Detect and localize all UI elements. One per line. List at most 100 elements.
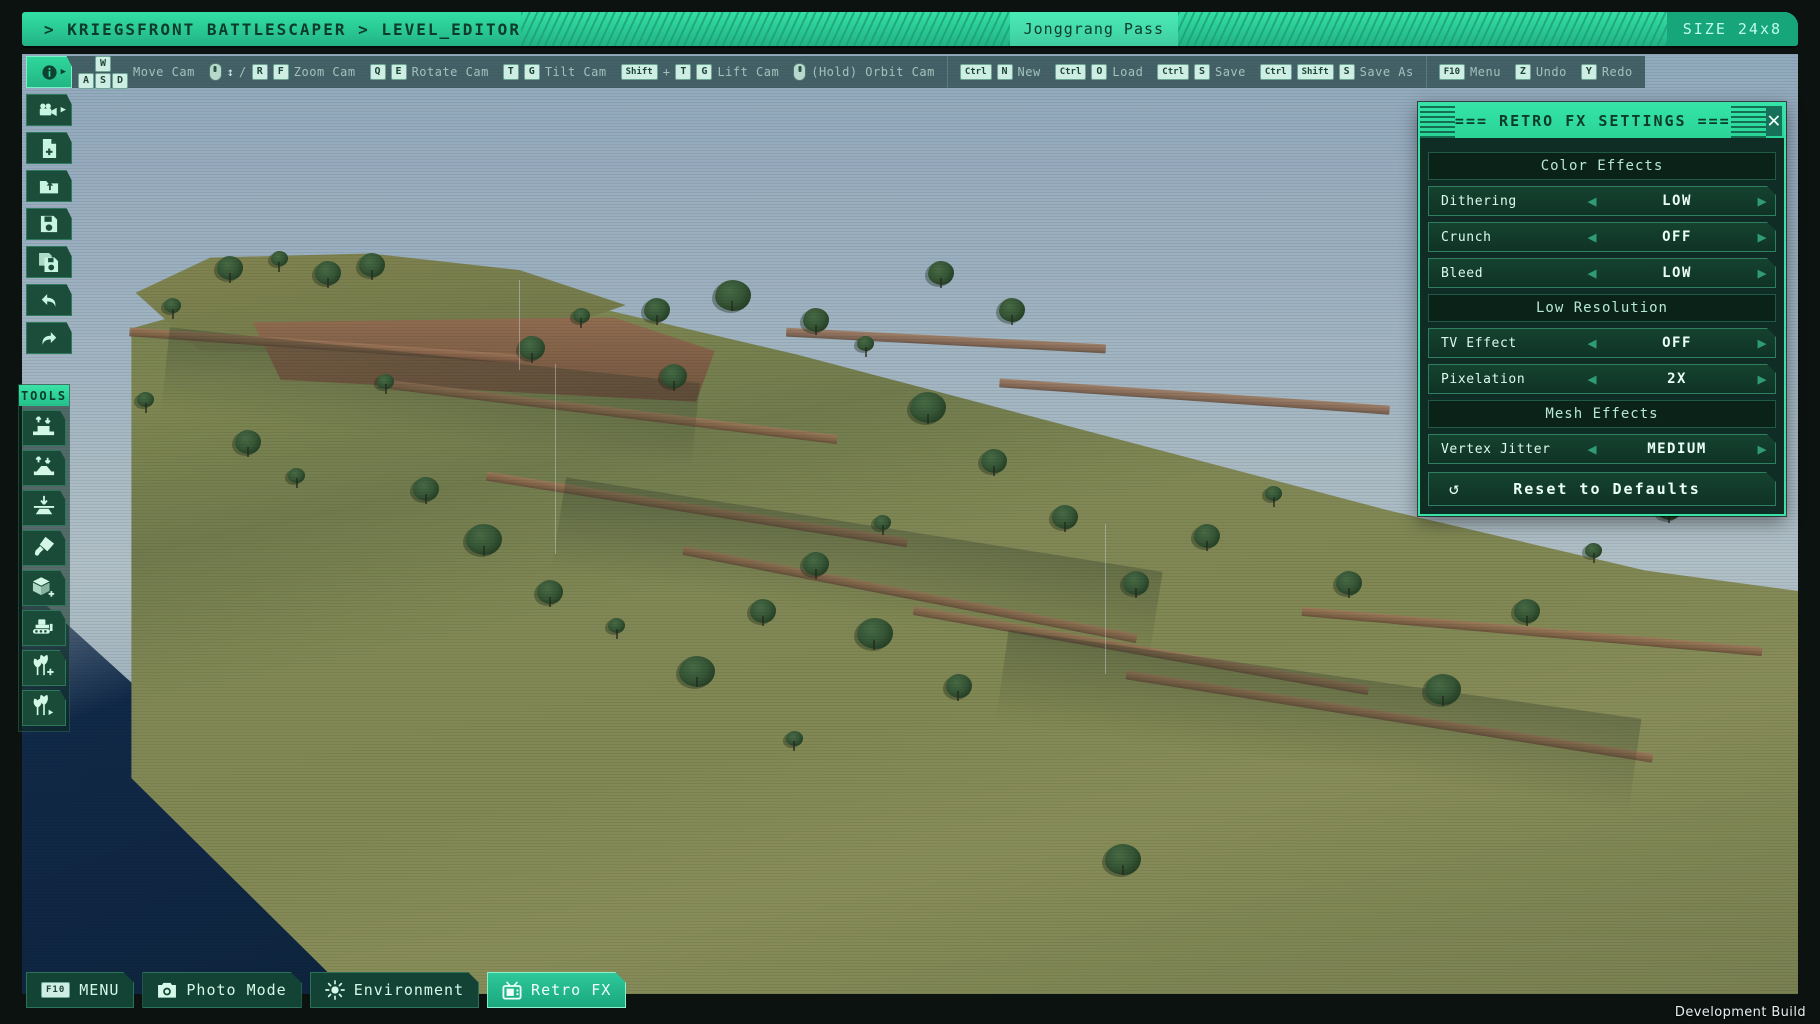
- environment-button[interactable]: Environment: [310, 972, 479, 1008]
- hint-load: Ctrl O Load: [1055, 64, 1144, 80]
- tool-flatten-terrain[interactable]: [22, 490, 66, 526]
- tool-bulldozer[interactable]: [22, 610, 66, 646]
- tree-prop: [608, 618, 625, 633]
- rail-button-save[interactable]: [26, 208, 72, 240]
- tool-foliage-brush[interactable]: [22, 690, 66, 726]
- hint-group-camera: W A S D Move Cam ↕ / R F Zoom Cam Q: [66, 56, 948, 88]
- tree-prop: [1052, 505, 1078, 529]
- rail-button-info[interactable]: ▶: [26, 56, 72, 88]
- tree-prop: [288, 468, 305, 483]
- rail-button-undo[interactable]: [26, 284, 72, 316]
- rail-button-open-folder[interactable]: [26, 170, 72, 202]
- setting-row-dithering[interactable]: Dithering ◀ LOW ▶: [1428, 186, 1776, 216]
- decrement-arrow-icon[interactable]: ◀: [1579, 192, 1605, 210]
- hint-label: Rotate Cam: [412, 65, 489, 79]
- key-r: R: [252, 64, 268, 80]
- tool-paint-texture[interactable]: [22, 530, 66, 566]
- key-o: O: [1091, 64, 1107, 80]
- hint-label: Save As: [1360, 65, 1414, 79]
- marker-pole: [555, 364, 556, 554]
- hint-label: Tilt Cam: [545, 65, 607, 79]
- tool-slope-terrain[interactable]: [22, 450, 66, 486]
- setting-value: MEDIUM: [1605, 441, 1749, 457]
- decrement-arrow-icon[interactable]: ◀: [1579, 440, 1605, 458]
- key-f10: F10: [1439, 64, 1465, 80]
- key-s: S: [1194, 64, 1210, 80]
- tree-prop: [519, 336, 545, 360]
- hint-label: Redo: [1602, 65, 1633, 79]
- increment-arrow-icon[interactable]: ▶: [1749, 370, 1775, 388]
- tree-prop: [750, 599, 776, 623]
- tools-panel-title: TOOLS: [19, 385, 69, 406]
- slash-separator: /: [239, 65, 247, 79]
- key-ctrl: Ctrl: [960, 64, 992, 80]
- key-d: D: [112, 73, 128, 89]
- increment-arrow-icon[interactable]: ▶: [1749, 228, 1775, 246]
- sun-icon: [325, 980, 345, 1000]
- decrement-arrow-icon[interactable]: ◀: [1579, 228, 1605, 246]
- tree-prop: [715, 280, 751, 311]
- hint-label: Undo: [1536, 65, 1567, 79]
- hint-zoom-cam: ↕ / R F Zoom Cam: [209, 63, 356, 81]
- tool-place-block[interactable]: [22, 570, 66, 606]
- retro-fx-label: Retro FX: [531, 981, 611, 999]
- hint-group-system: F10 Menu Z Undo Y Redo: [1427, 56, 1645, 88]
- key-ctrl: Ctrl: [1157, 64, 1189, 80]
- paint-brush-icon: [33, 535, 56, 562]
- key-ctrl: Ctrl: [1260, 64, 1292, 80]
- setting-row-crunch[interactable]: Crunch ◀ OFF ▶: [1428, 222, 1776, 252]
- menu-button[interactable]: F10 MENU: [26, 972, 134, 1008]
- tree-prop: [910, 392, 946, 423]
- photo-mode-label: Photo Mode: [186, 981, 286, 999]
- setting-value: OFF: [1605, 335, 1749, 351]
- tree-prop: [1425, 674, 1461, 705]
- key-t: T: [503, 64, 519, 80]
- retro-fx-button[interactable]: Retro FX: [487, 972, 626, 1008]
- decrement-arrow-icon[interactable]: ◀: [1579, 334, 1605, 352]
- setting-row-pixelation[interactable]: Pixelation ◀ 2X ▶: [1428, 364, 1776, 394]
- setting-value: LOW: [1605, 265, 1749, 281]
- increment-arrow-icon[interactable]: ▶: [1749, 264, 1775, 282]
- setting-row-bleed[interactable]: Bleed ◀ LOW ▶: [1428, 258, 1776, 288]
- decrement-arrow-icon[interactable]: ◀: [1579, 264, 1605, 282]
- tree-prop: [377, 374, 394, 389]
- rail-button-save-as[interactable]: [26, 246, 72, 278]
- photo-mode-button[interactable]: Photo Mode: [142, 972, 301, 1008]
- development-build-watermark: Development Build: [1675, 1005, 1806, 1020]
- tree-prop: [946, 674, 972, 698]
- hint-new: Ctrl N New: [960, 64, 1041, 80]
- increment-arrow-icon[interactable]: ▶: [1749, 440, 1775, 458]
- tree-prop: [573, 308, 590, 323]
- retro-fx-title-bar: === RETRO FX SETTINGS === ✕: [1420, 104, 1784, 138]
- setting-row-vertex-jitter[interactable]: Vertex Jitter ◀ MEDIUM ▶: [1428, 434, 1776, 464]
- tool-add-foliage[interactable]: [22, 650, 66, 686]
- setting-label: Pixelation: [1429, 372, 1579, 387]
- add-foliage-icon: [32, 655, 56, 681]
- close-icon[interactable]: ✕: [1766, 106, 1782, 136]
- hint-label: Zoom Cam: [294, 65, 356, 79]
- breadcrumb: > KRIEGSFRONT BATTLESCAPER > LEVEL_EDITO…: [22, 20, 521, 39]
- key-f10: F10: [41, 982, 70, 998]
- info-icon: [41, 64, 58, 81]
- hint-label: Save: [1215, 65, 1246, 79]
- increment-arrow-icon[interactable]: ▶: [1749, 334, 1775, 352]
- rail-button-camera[interactable]: ▶: [26, 94, 72, 126]
- setting-value: LOW: [1605, 193, 1749, 209]
- marker-pole: [1105, 524, 1106, 674]
- mouse-scroll-wheel-icon: [209, 63, 222, 81]
- level-editor-window: > KRIEGSFRONT BATTLESCAPER > LEVEL_EDITO…: [0, 0, 1820, 1024]
- reset-to-defaults-button[interactable]: ↺ Reset to Defaults: [1428, 472, 1776, 506]
- rail-button-redo[interactable]: [26, 322, 72, 354]
- tool-raise-lower-terrain[interactable]: [22, 410, 66, 446]
- rail-button-new-file[interactable]: [26, 132, 72, 164]
- chevron-right-icon: ▶: [61, 105, 66, 115]
- decrement-arrow-icon[interactable]: ◀: [1579, 370, 1605, 388]
- hint-label: Load: [1112, 65, 1143, 79]
- title-hatch-right: [1731, 104, 1766, 138]
- tree-prop: [874, 515, 891, 530]
- setting-row-tv-effect[interactable]: TV Effect ◀ OFF ▶: [1428, 328, 1776, 358]
- place-block-icon: [32, 575, 56, 602]
- increment-arrow-icon[interactable]: ▶: [1749, 192, 1775, 210]
- tree-prop: [644, 298, 670, 322]
- key-s: S: [1339, 64, 1355, 80]
